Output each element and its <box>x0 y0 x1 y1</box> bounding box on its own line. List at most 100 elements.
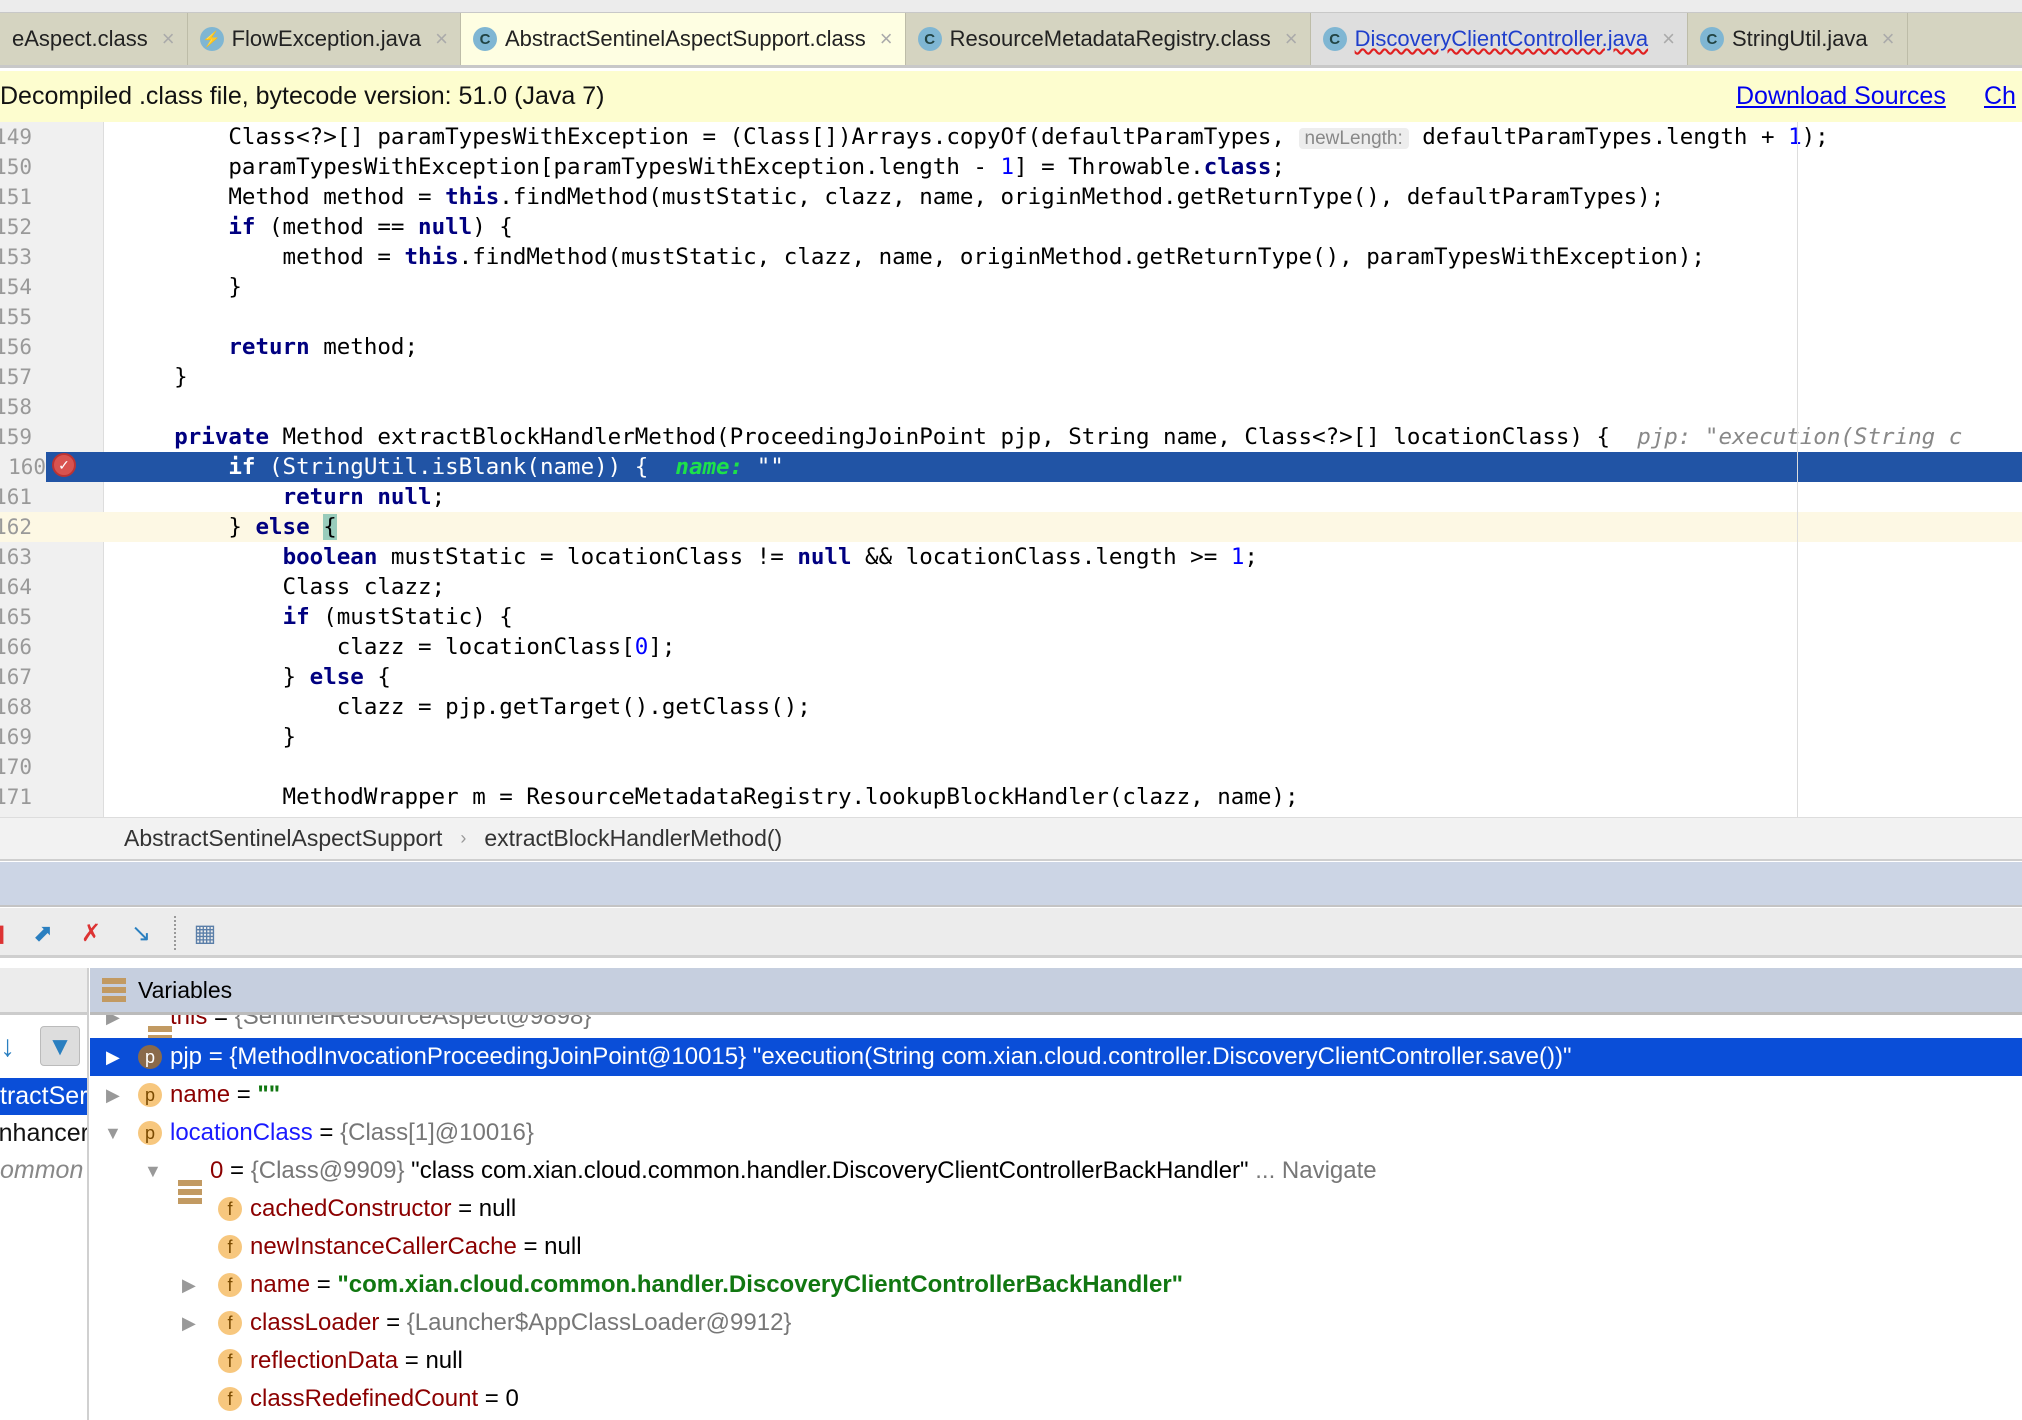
tree-row-field[interactable]: f cachedConstructor = null <box>90 1190 2022 1228</box>
code-line[interactable]: 152 if (method == null) { <box>0 212 2022 242</box>
tree-row-locationClass[interactable]: ▼ p locationClass = {Class[1]@10016} <box>90 1114 2022 1152</box>
expand-arrow-icon[interactable]: ▶ <box>182 1304 196 1342</box>
code-line[interactable]: 160 if (StringUtil.isBlank(name)) { name… <box>0 452 2022 482</box>
code-line[interactable]: 153 method = this.findMethod(mustStatic,… <box>0 242 2022 272</box>
code-line[interactable]: 168 clazz = pjp.getTarget().getClass(); <box>0 692 2022 722</box>
code-line[interactable]: 162 } else { <box>0 512 2022 542</box>
frame-item[interactable]: nhancer <box>0 1115 87 1152</box>
tree-row-name[interactable]: ▶ p name = "" <box>90 1076 2022 1114</box>
code-text: clazz = pjp.getTarget().getClass(); <box>120 692 811 722</box>
code-line[interactable]: 167 } else { <box>0 662 2022 692</box>
tab-0[interactable]: eAspect.class × <box>0 13 188 65</box>
code-line[interactable]: 158 <box>0 392 2022 422</box>
step-out-icon[interactable]: ⬈ <box>28 918 58 948</box>
toolbar-separator <box>174 916 176 950</box>
collapse-arrow-icon[interactable]: ▼ <box>104 1114 122 1152</box>
code-line[interactable]: 169 } <box>0 722 2022 752</box>
expand-arrow-icon[interactable]: ▶ <box>106 1015 120 1036</box>
code-line[interactable]: 156 return method; <box>0 332 2022 362</box>
line-number: 169 <box>0 725 32 749</box>
line-number: 156 <box>0 335 32 359</box>
code-token: newLength: <box>1298 128 1409 149</box>
line-number: 164 <box>0 575 32 599</box>
line-number: 163 <box>0 545 32 569</box>
code-line[interactable]: 163 boolean mustStatic = locationClass !… <box>0 542 2022 572</box>
code-token: Method method = <box>120 184 446 210</box>
class-icon: C <box>1699 27 1724 51</box>
line-number: 167 <box>0 665 32 689</box>
breakpoint-icon[interactable]: ✓ <box>52 453 76 477</box>
frame-item[interactable]: tractSer <box>0 1078 87 1115</box>
tab-5[interactable]: C StringUtil.java × <box>1688 13 1908 65</box>
code-line[interactable]: 151 Method method = this.findMethod(must… <box>0 182 2022 212</box>
tree-row-field[interactable]: f reflectionData = null <box>90 1342 2022 1380</box>
close-icon[interactable]: × <box>162 26 175 52</box>
close-icon[interactable]: × <box>880 26 893 52</box>
frame-item[interactable]: ommon <box>0 1152 87 1189</box>
code-line[interactable]: 154 } <box>0 272 2022 302</box>
choose-sources-link[interactable]: Ch <box>1984 82 2016 111</box>
tree-row-field[interactable]: ▶ f classLoader = {Launcher$AppClassLoad… <box>90 1304 2022 1342</box>
close-icon[interactable]: × <box>1662 26 1675 52</box>
code-line[interactable]: 171 MethodWrapper m = ResourceMetadataRe… <box>0 782 2022 812</box>
expand-arrow-icon[interactable]: ▶ <box>106 1076 120 1114</box>
line-number: 168 <box>0 695 32 719</box>
down-arrow-icon[interactable]: ↓ <box>0 1030 15 1064</box>
tab-1[interactable]: ⚡ FlowException.java × <box>188 13 461 65</box>
filter-icon[interactable]: ▼ <box>40 1026 80 1066</box>
close-icon[interactable]: × <box>435 26 448 52</box>
expand-arrow-icon[interactable]: ▶ <box>106 1038 120 1076</box>
evaluate-expression-icon[interactable]: ▦ <box>190 918 220 948</box>
tree-row-this[interactable]: ▶ this = {SentinelResourceAspect@9898} <box>90 1015 2022 1050</box>
tree-row-field[interactable]: f classRedefinedCount = 0 <box>90 1380 2022 1418</box>
close-icon[interactable]: × <box>1882 26 1895 52</box>
code-token: (mustStatic) { <box>309 604 513 630</box>
run-to-cursor-icon[interactable]: ↘ <box>126 918 156 948</box>
code-token: method; <box>309 334 419 360</box>
step-into-red-icon[interactable]: ▮ <box>0 918 14 948</box>
navigate-link[interactable]: ... Navigate <box>1249 1157 1376 1184</box>
download-sources-link[interactable]: Download Sources <box>1736 82 1946 111</box>
line-number: 160 <box>0 452 46 482</box>
code-line[interactable]: 155 <box>0 302 2022 332</box>
tree-row-pjp[interactable]: ▶ p pjp = {MethodInvocationProceedingJoi… <box>90 1038 2022 1076</box>
expand-arrow-icon[interactable]: ▶ <box>182 1266 196 1304</box>
tab-3[interactable]: C ResourceMetadataRegistry.class × <box>906 13 1311 65</box>
close-icon[interactable]: × <box>1285 26 1298 52</box>
code-editor[interactable]: 149 Class<?>[] paramTypesWithException =… <box>0 122 2022 817</box>
code-token: null <box>797 544 852 570</box>
code-line[interactable]: 165 if (mustStatic) { <box>0 602 2022 632</box>
frames-panel: ↓ ▼ tractSer nhancer ommon <box>0 968 89 1420</box>
code-line[interactable]: 166 clazz = locationClass[0]; <box>0 632 2022 662</box>
tab-2[interactable]: C AbstractSentinelAspectSupport.class × <box>461 13 906 65</box>
code-line[interactable]: 164 Class clazz; <box>0 572 2022 602</box>
code-line[interactable]: 170 <box>0 752 2022 782</box>
code-token: this <box>445 184 500 210</box>
tree-row-item-0[interactable]: ▼ 0 = {Class@9909} "class com.xian.cloud… <box>90 1152 2022 1204</box>
code-text: } <box>120 362 188 392</box>
code-line[interactable]: 157 } <box>0 362 2022 392</box>
code-text: return null; <box>120 482 446 512</box>
breadcrumb-method[interactable]: extractBlockHandlerMethod() <box>484 825 782 852</box>
code-line[interactable]: 149 Class<?>[] paramTypesWithException =… <box>0 122 2022 152</box>
tree-row-field[interactable]: ▶ f name = "com.xian.cloud.common.handle… <box>90 1266 2022 1304</box>
code-token: return <box>228 334 310 360</box>
code-token: "" <box>756 454 784 480</box>
code-line[interactable]: 161 return null; <box>0 482 2022 512</box>
tree-row-field[interactable]: f newInstanceCallerCache = null <box>90 1228 2022 1266</box>
drop-frame-icon[interactable]: ✗ <box>76 918 106 948</box>
code-line[interactable]: 150 paramTypesWithException[paramTypesWi… <box>0 152 2022 182</box>
breadcrumb-separator: › <box>460 828 467 848</box>
code-text: return method; <box>120 332 418 362</box>
code-line[interactable]: 159 private Method extractBlockHandlerMe… <box>0 422 2022 452</box>
code-text: MethodWrapper m = ResourceMetadataRegist… <box>120 782 1299 812</box>
code-token: ]; <box>648 634 676 660</box>
collapse-arrow-icon[interactable]: ▼ <box>144 1152 162 1190</box>
tab-4[interactable]: C DiscoveryClientController.java × <box>1310 13 1688 65</box>
line-number: 166 <box>0 635 32 659</box>
breadcrumb-class[interactable]: AbstractSentinelAspectSupport <box>124 825 442 852</box>
line-number: 151 <box>0 185 32 209</box>
